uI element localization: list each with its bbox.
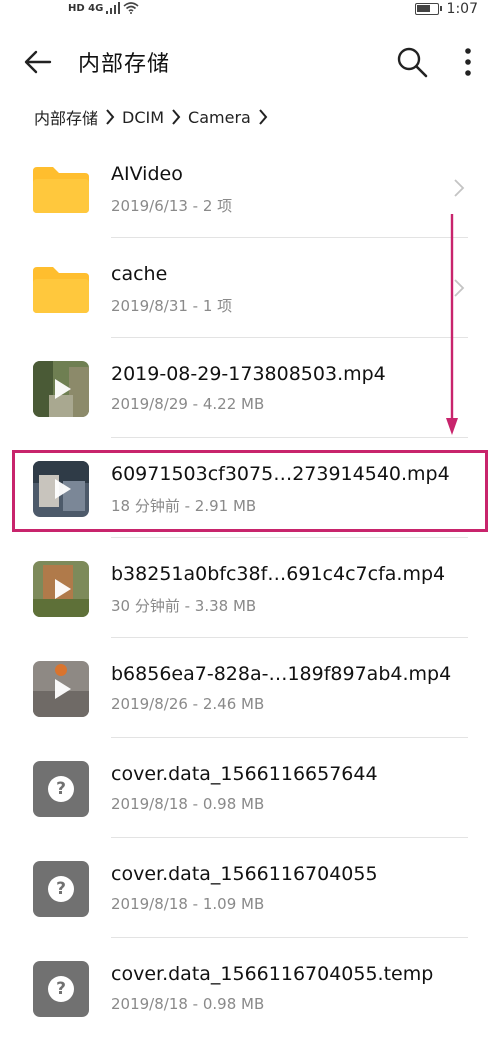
arrow-down-icon bbox=[446, 214, 458, 435]
file-meta: 2019/8/26 - 2.46 MB bbox=[111, 695, 265, 713]
file-name: cover.data_1566116704055 bbox=[111, 863, 378, 885]
network-label: HD 4G bbox=[68, 2, 104, 14]
unknown-file-icon: ? bbox=[33, 961, 89, 1017]
signal-icon bbox=[106, 2, 121, 14]
more-options-icon[interactable] bbox=[456, 44, 480, 80]
chevron-right-icon bbox=[251, 107, 275, 127]
file-name: 2019-08-29-173808503.mp4 bbox=[111, 363, 386, 385]
list-item-file[interactable]: ? cover.data_1566116657644 2019/8/18 - 0… bbox=[0, 738, 500, 838]
file-name: cover.data_1566116657644 bbox=[111, 763, 378, 785]
breadcrumb: 内部存储 DCIM Camera bbox=[34, 104, 275, 130]
list-item-video[interactable]: 2019-08-29-173808503.mp4 2019/8/29 - 4.2… bbox=[0, 338, 500, 438]
file-list: AIVideo 2019/6/13 - 2 项 cache 2019/8/31 … bbox=[0, 138, 500, 1038]
status-right: 1:07 bbox=[414, 1, 478, 17]
list-item-file[interactable]: ? cover.data_1566116704055 2019/8/18 - 1… bbox=[0, 838, 500, 938]
file-meta: 2019/8/29 - 4.22 MB bbox=[111, 395, 265, 413]
list-item-video[interactable]: b38251a0bfc38f…691c4c7cfa.mp4 30 分钟前 - 3… bbox=[0, 538, 500, 638]
list-item-video[interactable]: b6856ea7-828a-…189f897ab4.mp4 2019/8/26 … bbox=[0, 638, 500, 738]
chevron-right-icon bbox=[454, 179, 465, 197]
list-item-folder[interactable]: AIVideo 2019/6/13 - 2 项 bbox=[0, 138, 500, 238]
file-meta: 2019/8/18 - 1.09 MB bbox=[111, 895, 265, 913]
video-thumbnail bbox=[33, 661, 89, 717]
file-name: b38251a0bfc38f…691c4c7cfa.mp4 bbox=[111, 563, 446, 585]
back-arrow-icon[interactable] bbox=[22, 46, 54, 78]
file-meta: 2019/8/31 - 1 项 bbox=[111, 297, 233, 315]
page-title: 内部存储 bbox=[78, 52, 171, 77]
video-thumbnail bbox=[33, 561, 89, 617]
folder-icon bbox=[33, 261, 89, 317]
battery-icon bbox=[414, 3, 442, 15]
file-name: AIVideo bbox=[111, 163, 183, 185]
file-name: b6856ea7-828a-…189f897ab4.mp4 bbox=[111, 663, 452, 685]
file-name: cache bbox=[111, 263, 168, 285]
unknown-file-icon: ? bbox=[33, 861, 89, 917]
folder-icon bbox=[33, 161, 89, 217]
unknown-file-icon: ? bbox=[33, 761, 89, 817]
network-indicators: HD 4G bbox=[68, 2, 139, 14]
breadcrumb-item-internal-storage[interactable]: 内部存储 bbox=[34, 105, 98, 129]
breadcrumb-item-camera[interactable]: Camera bbox=[188, 108, 251, 127]
file-meta: 2019/8/18 - 0.98 MB bbox=[111, 995, 265, 1013]
list-item-file[interactable]: ? cover.data_1566116704055.temp 2019/8/1… bbox=[0, 938, 500, 1038]
file-meta: 2019/8/18 - 0.98 MB bbox=[111, 795, 265, 813]
wifi-icon bbox=[123, 2, 139, 14]
breadcrumb-item-dcim[interactable]: DCIM bbox=[122, 108, 164, 127]
app-bar: 内部存储 bbox=[0, 30, 500, 94]
file-meta: 30 分钟前 - 3.38 MB bbox=[111, 597, 257, 615]
file-meta: 2019/6/13 - 2 项 bbox=[111, 197, 233, 215]
chevron-right-icon bbox=[164, 107, 188, 127]
highlight-box bbox=[12, 450, 488, 532]
clock: 1:07 bbox=[446, 1, 478, 17]
search-icon[interactable] bbox=[394, 44, 430, 80]
video-thumbnail bbox=[33, 361, 89, 417]
status-bar: HD 4G 1:07 bbox=[0, 0, 500, 22]
file-name: cover.data_1566116704055.temp bbox=[111, 963, 434, 985]
list-item-folder[interactable]: cache 2019/8/31 - 1 项 bbox=[0, 238, 500, 338]
chevron-right-icon bbox=[98, 107, 122, 127]
